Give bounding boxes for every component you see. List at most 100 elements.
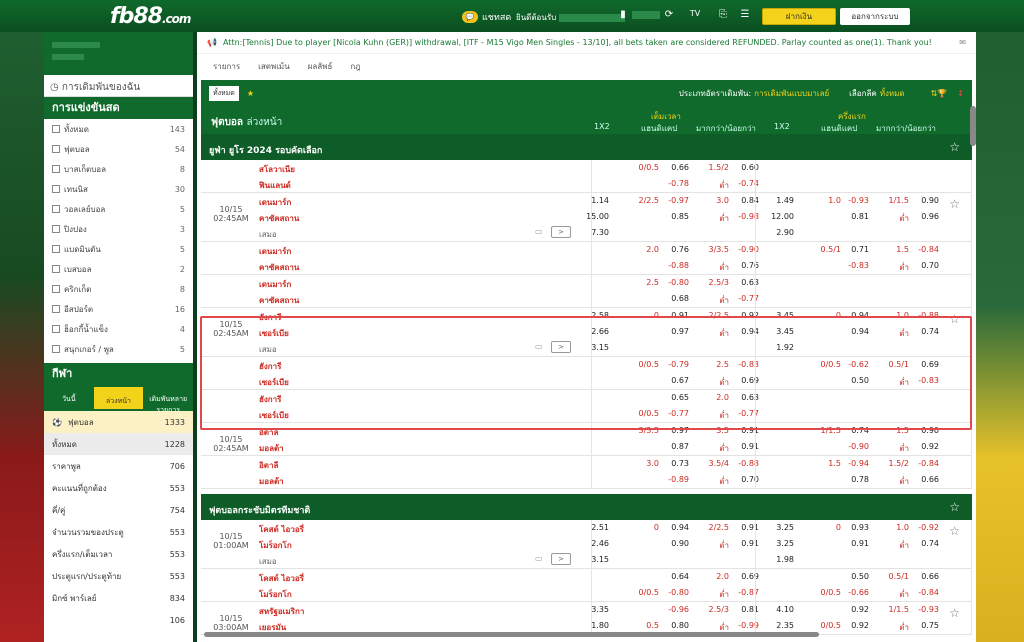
checkbox[interactable] [52, 265, 60, 273]
league-select[interactable]: ทั้งหมด [880, 87, 905, 100]
sport-item[interactable]: คะแนนที่ถูกต้อง 553 [44, 477, 193, 499]
odds-cell[interactable]: 0.81 [851, 212, 869, 221]
sidebar-item[interactable]: วอลเลย์บอล 5 [44, 199, 193, 219]
odds-cell[interactable]: 0.70 [921, 261, 939, 270]
league-header-2[interactable]: ฟุตบอลกระชับมิตรทีมชาติ ☆ [201, 494, 972, 520]
odds-cell[interactable]: 0.69 [741, 572, 759, 581]
checkbox[interactable] [52, 145, 60, 153]
live-chat[interactable]: 💬 แชทสด [462, 10, 511, 24]
star-icon[interactable]: ☆ [949, 197, 960, 211]
list-icon[interactable]: ☰ [738, 9, 752, 22]
odds-cell[interactable]: -0.93 [848, 196, 869, 205]
checkbox[interactable] [52, 125, 60, 133]
odds-cell[interactable]: 2.51 [591, 523, 609, 532]
checkbox[interactable] [52, 285, 60, 293]
sport-item[interactable]: ประตูแรก/ประตูท้าย 553 [44, 565, 193, 587]
odds-cell[interactable]: 4.10 [776, 605, 794, 614]
more-bets-button[interactable]: > [551, 553, 571, 565]
sidebar-item[interactable]: คริกเก็ต 8 [44, 279, 193, 299]
statement-icon[interactable]: ⎘ [716, 9, 730, 22]
odds-cell[interactable]: 0.92 [921, 442, 939, 451]
odds-cell[interactable]: 0.76 [671, 245, 689, 254]
odds-cell[interactable]: 0.64 [671, 572, 689, 581]
sport-item[interactable]: ครึ่งแรก/เต็มเวลา 553 [44, 543, 193, 565]
odds-cell[interactable]: 0.91 [741, 442, 759, 451]
sidebar-item[interactable]: บาสเก็ตบอล 8 [44, 159, 193, 179]
odds-cell[interactable]: 0.75 [921, 621, 939, 630]
odds-cell[interactable]: 0.78 [851, 475, 869, 484]
odds-cell[interactable]: 0.92 [851, 605, 869, 614]
my-bets-link[interactable]: ◷ การเดิมพันของฉัน [44, 75, 193, 97]
sport-item[interactable]: ทั้งหมด 1228 [44, 433, 193, 455]
odds-cell[interactable]: 0.92 [851, 621, 869, 630]
sidebar-item[interactable]: ปิงปอง 3 [44, 219, 193, 239]
odds-cell[interactable]: 2.35 [776, 621, 794, 630]
checkbox[interactable] [52, 225, 60, 233]
odds-cell[interactable]: 0.76 [741, 261, 759, 270]
odds-cell[interactable]: 0.73 [671, 459, 689, 468]
sport-item[interactable]: จำนวนรวมของประตู 553 [44, 521, 193, 543]
tv-icon[interactable]: ▭ [535, 227, 543, 236]
odds-cell[interactable]: 0.91 [741, 539, 759, 548]
mail-icon[interactable]: ✉ [959, 38, 966, 47]
favorite-star-icon[interactable]: ★ [247, 89, 254, 98]
sport-item[interactable]: ราคาพูล 706 [44, 455, 193, 477]
wallet-icon[interactable]: ▮ [616, 9, 630, 22]
odds-cell[interactable]: 0.90 [921, 196, 939, 205]
odds-cell[interactable]: -0.93 [918, 605, 939, 614]
odds-cell[interactable]: 0.80 [671, 621, 689, 630]
tab-early[interactable]: ล่วงหน้า [93, 387, 144, 409]
sidebar-item[interactable]: ทั้งหมด 143 [44, 119, 193, 139]
odds-cell[interactable]: -0.89 [668, 475, 689, 484]
odds-cell[interactable]: 3.35 [591, 605, 609, 614]
odds-cell[interactable]: 15.00 [586, 212, 609, 221]
odds-cell[interactable]: 0.66 [921, 572, 939, 581]
odds-cell[interactable]: -0.84 [918, 245, 939, 254]
vertical-scrollbar[interactable] [970, 106, 976, 146]
fb88-logo[interactable]: fb88.com [110, 4, 191, 29]
odds-cell[interactable]: -0.84 [918, 459, 939, 468]
odds-cell[interactable]: -0.80 [668, 278, 689, 287]
logout-button[interactable]: ออกจากระบบ [840, 8, 910, 25]
odds-cell[interactable]: 0.50 [851, 572, 869, 581]
tab-parlay[interactable]: เดิมพันหลายรายการ [143, 385, 193, 414]
odds-cell[interactable]: -0.97 [668, 196, 689, 205]
sidebar-item[interactable]: เทนนิส 30 [44, 179, 193, 199]
sort-icon[interactable]: ⇅🏆 [931, 89, 948, 98]
odds-cell[interactable]: 0.91 [741, 523, 759, 532]
odds-cell[interactable]: 0.91 [851, 539, 869, 548]
odds-cell[interactable]: 0.68 [671, 294, 689, 303]
odds-cell[interactable]: 0.63 [741, 278, 759, 287]
tv-icon[interactable]: TV [684, 9, 706, 22]
odds-cell[interactable]: 7.30 [591, 228, 609, 237]
checkbox[interactable] [52, 185, 60, 193]
odds-cell[interactable]: 3.25 [776, 523, 794, 532]
odds-cell[interactable]: 1.49 [776, 196, 794, 205]
sidebar-item[interactable]: อีสปอร์ต 16 [44, 299, 193, 319]
sidebar-item[interactable]: ฮ็อกกี้น้ำแข็ง 4 [44, 319, 193, 339]
odds-cell[interactable]: -0.92 [918, 523, 939, 532]
bet-type-select[interactable]: การเดิมพันแบบมาเลย์ [754, 87, 829, 100]
odds-cell[interactable]: -0.80 [668, 588, 689, 597]
odds-cell[interactable]: 1.80 [591, 621, 609, 630]
sidebar-item[interactable]: เบสบอล 2 [44, 259, 193, 279]
odds-cell[interactable]: -0.96 [668, 605, 689, 614]
odds-cell[interactable]: 3.15 [591, 555, 609, 564]
odds-cell[interactable]: 0.96 [921, 212, 939, 221]
odds-cell[interactable]: -0.78 [668, 179, 689, 188]
odds-cell[interactable]: 3.25 [776, 539, 794, 548]
odds-cell[interactable]: -0.94 [848, 459, 869, 468]
tab-list[interactable]: รายการ [213, 60, 240, 73]
star-icon[interactable]: ☆ [949, 606, 960, 620]
odds-cell[interactable]: -0.66 [848, 588, 869, 597]
tv-icon[interactable]: ▭ [535, 554, 543, 563]
odds-cell[interactable]: 0.81 [741, 605, 759, 614]
sport-item[interactable]: คี่/คู่ 754 [44, 499, 193, 521]
checkbox[interactable] [52, 325, 60, 333]
league-header[interactable]: ยูฟ่า ยูโร 2024 รอบคัดเลือก ☆ [201, 134, 972, 160]
checkbox[interactable] [52, 345, 60, 353]
odds-cell[interactable]: -0.90 [848, 442, 869, 451]
tab-today[interactable]: วันนี้ [44, 385, 94, 411]
checkbox[interactable] [52, 305, 60, 313]
odds-cell[interactable]: 0.93 [851, 523, 869, 532]
